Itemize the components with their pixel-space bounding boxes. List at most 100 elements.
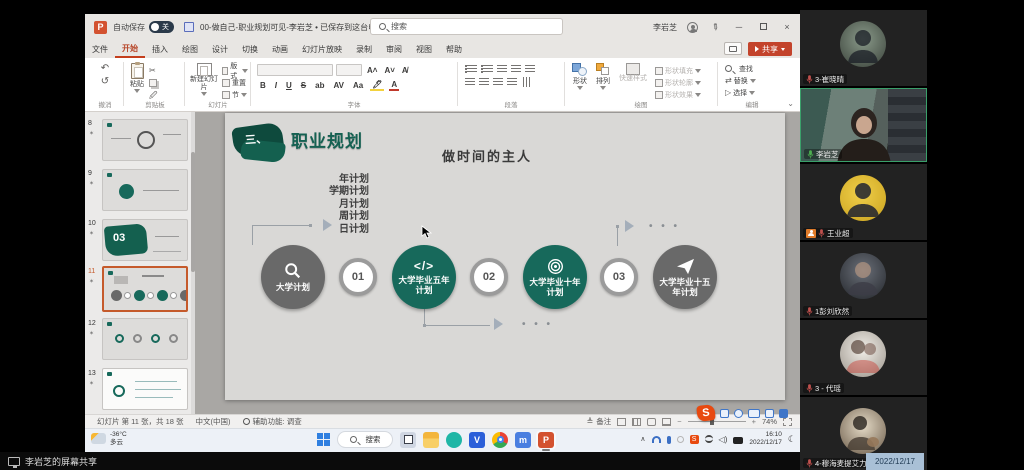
align-left-icon[interactable] xyxy=(465,78,475,86)
milestone-circle-university[interactable]: 大学计划 xyxy=(261,245,325,309)
tab-review[interactable]: 审阅 xyxy=(379,40,409,58)
taskbar-search[interactable]: 搜索 xyxy=(337,431,393,448)
tab-slideshow[interactable]: 幻灯片放映 xyxy=(295,40,349,58)
slide-thumbnail[interactable] xyxy=(102,169,188,211)
clear-format-icon[interactable]: A̸ xyxy=(400,66,410,75)
cut-icon[interactable]: ✂ xyxy=(149,65,158,76)
decrease-indent-icon[interactable] xyxy=(497,65,507,73)
redo-icon[interactable]: ↺ xyxy=(101,76,109,87)
milestone-circle-10yr[interactable]: 大学毕业十年计划 xyxy=(523,245,587,309)
strikethrough-button[interactable]: S xyxy=(299,81,308,90)
shape-outline-button[interactable]: 形状轮廓 xyxy=(655,77,701,88)
select-button[interactable]: ▷选择 xyxy=(725,87,783,98)
microphone-icon[interactable] xyxy=(667,436,671,444)
participant-tile[interactable]: 王业超 xyxy=(800,164,927,240)
find-button[interactable]: 查找 xyxy=(725,63,783,74)
ime-skin-icon[interactable] xyxy=(765,409,774,418)
taskbar-clock[interactable]: 16:10 2022/12/17 xyxy=(749,431,782,447)
align-center-icon[interactable] xyxy=(479,78,489,86)
undo-icon[interactable]: ↶ xyxy=(101,63,109,74)
camera-icon[interactable] xyxy=(733,437,743,444)
quick-styles-button[interactable]: 快速样式 xyxy=(618,63,648,100)
paste-button[interactable]: 粘贴 xyxy=(130,63,144,101)
grayed-status-icon[interactable] xyxy=(677,436,684,443)
ime-toolbox-icon[interactable] xyxy=(779,409,788,418)
underline-button[interactable]: U xyxy=(284,81,294,90)
tab-home[interactable]: 开始 xyxy=(115,40,145,58)
font-color-icon[interactable]: A xyxy=(389,80,399,91)
tab-record[interactable]: 录制 xyxy=(349,40,379,58)
maximize-button[interactable] xyxy=(756,22,770,32)
increase-font-icon[interactable]: A˄ xyxy=(365,66,379,75)
milestone-circle-5yr[interactable]: </> 大学毕业五年计划 xyxy=(392,245,456,309)
sogou-input-toolbar[interactable]: S xyxy=(697,404,788,422)
zoom-out-button[interactable]: − xyxy=(677,417,681,426)
sogou-tray-icon[interactable]: S xyxy=(690,435,699,444)
slide-thumbnail[interactable]: 03 xyxy=(102,219,188,261)
notification-moon-icon[interactable]: ☾ xyxy=(788,434,796,445)
notes-button[interactable]: ≜ 备注 xyxy=(587,416,612,427)
current-slide[interactable]: 三、 职业规划 做时间的主人 年计划 学期计划 月计划 周计划 日计划 xyxy=(225,113,785,400)
tab-insert[interactable]: 插入 xyxy=(145,40,175,58)
layout-button[interactable]: 版式 xyxy=(222,65,248,76)
milestone-number-03[interactable]: 03 xyxy=(600,258,638,296)
bullets-icon[interactable] xyxy=(465,65,477,73)
bold-button[interactable]: B xyxy=(258,81,268,90)
char-spacing-icon[interactable]: AV xyxy=(331,81,346,90)
slide-thumbnail[interactable] xyxy=(102,119,188,161)
replace-button[interactable]: ⇄替换 xyxy=(725,75,783,86)
decrease-font-icon[interactable]: A˅ xyxy=(382,66,396,75)
file-explorer-icon[interactable] xyxy=(423,432,439,448)
pen-icon[interactable]: ✎ xyxy=(706,18,724,35)
slide-thumbnail[interactable] xyxy=(102,318,188,360)
accessibility-status[interactable]: 辅助功能: 调查 xyxy=(243,416,302,427)
shape-fill-button[interactable]: 形状填充 xyxy=(655,65,701,76)
collapse-ribbon-chevron-icon[interactable]: ⌄ xyxy=(787,99,794,108)
tab-animations[interactable]: 动画 xyxy=(265,40,295,58)
font-name-select[interactable] xyxy=(257,64,333,76)
share-button[interactable]: 共享 xyxy=(748,42,792,56)
shapes-button[interactable]: 形状 xyxy=(572,63,588,100)
milestone-number-02[interactable]: 02 xyxy=(470,258,508,296)
slide-title[interactable]: 做时间的主人 xyxy=(397,146,577,165)
copy-icon[interactable] xyxy=(149,79,157,87)
reset-button[interactable]: 重置 xyxy=(222,77,248,88)
milestone-circle-15yr[interactable]: 大学毕业十五年计划 xyxy=(653,245,717,309)
close-button[interactable]: × xyxy=(780,22,794,32)
start-button[interactable] xyxy=(317,433,330,446)
tray-expand-chevron-icon[interactable]: ∧ xyxy=(640,435,645,443)
powerpoint-taskbar-icon[interactable]: P xyxy=(538,432,554,448)
tab-file[interactable]: 文件 xyxy=(85,40,115,58)
autosave-toggle[interactable]: 关 xyxy=(149,21,174,33)
weather-widget[interactable]: -36°C 多云 xyxy=(91,431,127,446)
tab-view[interactable]: 视图 xyxy=(409,40,439,58)
milestone-number-01[interactable]: 01 xyxy=(339,258,377,296)
sogou-logo-icon[interactable]: S xyxy=(696,404,716,422)
teal-app-icon[interactable] xyxy=(446,432,462,448)
highlight-color-icon[interactable]: 🖊 xyxy=(370,80,384,91)
user-avatar-icon[interactable] xyxy=(687,22,698,33)
slide-thumbnail-selected[interactable] xyxy=(102,266,188,312)
tab-help[interactable]: 帮助 xyxy=(439,40,469,58)
participant-tile[interactable]: 1彭刘欣然 xyxy=(800,242,927,318)
save-icon[interactable] xyxy=(184,22,194,32)
wifi-icon[interactable] xyxy=(705,435,713,443)
numbering-icon[interactable] xyxy=(481,65,493,73)
arrange-button[interactable]: 排列 xyxy=(595,63,611,100)
task-view-button[interactable] xyxy=(400,432,416,448)
font-size-select[interactable] xyxy=(336,64,362,76)
slide-sorter-view-icon[interactable] xyxy=(632,418,641,426)
chrome-icon[interactable] xyxy=(492,432,508,448)
blue-v-app-icon[interactable]: V xyxy=(469,432,485,448)
italic-button[interactable]: I xyxy=(273,81,279,90)
reading-view-icon[interactable] xyxy=(647,418,656,426)
tab-transitions[interactable]: 切换 xyxy=(235,40,265,58)
blue-m-app-icon[interactable]: m xyxy=(515,432,531,448)
search-box[interactable]: 搜索 xyxy=(370,18,563,35)
new-slide-button[interactable]: 新建幻灯片 xyxy=(190,63,218,100)
normal-view-icon[interactable] xyxy=(617,418,626,426)
ime-mic-icon[interactable] xyxy=(734,409,743,418)
ime-pen-icon[interactable] xyxy=(720,409,729,418)
ime-keyboard-icon[interactable] xyxy=(748,409,760,418)
increase-indent-icon[interactable] xyxy=(511,65,521,73)
